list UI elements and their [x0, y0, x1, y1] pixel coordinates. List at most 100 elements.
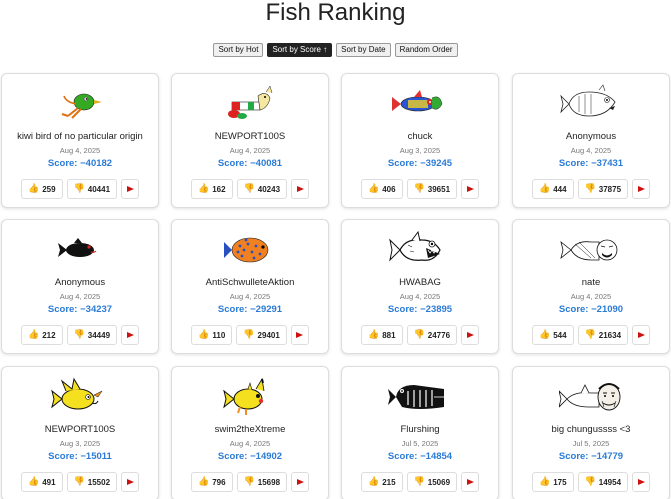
fish-drawing[interactable]	[2, 82, 158, 126]
report-button[interactable]	[290, 325, 309, 345]
fish-card[interactable]: AntiSchwulleteAktion Aug 4, 2025 Score: −2…	[171, 219, 329, 354]
vote-actions: 👍 881 👎 24776	[342, 325, 498, 345]
downvote-button[interactable]: 👎 40243	[236, 179, 288, 199]
report-button[interactable]	[632, 472, 651, 492]
report-button[interactable]	[291, 472, 310, 492]
upvote-button[interactable]: 👍 881	[360, 325, 403, 345]
report-flag-icon	[126, 186, 134, 192]
upvote-button[interactable]: 👍 175	[531, 472, 574, 492]
thumbs-down-icon: 👎	[413, 184, 425, 194]
fish-score: Score: −14902	[217, 451, 283, 462]
upvote-button[interactable]: 👍 796	[190, 472, 233, 492]
fish-card[interactable]: nate Aug 4, 2025 Score: −21090 👍 544 👎 21634	[512, 219, 670, 354]
upvote-count: 175	[553, 477, 567, 487]
report-button[interactable]	[632, 325, 651, 345]
downvote-button[interactable]: 👎 15069	[406, 472, 458, 492]
fish-name: HWABAG	[399, 277, 441, 288]
fish-score: Score: −40081	[217, 158, 283, 169]
thumbs-up-icon: 👍	[538, 184, 551, 194]
fish-card[interactable]: kiwi bird of no particular origin Aug 4, …	[1, 73, 159, 208]
fish-drawing[interactable]	[513, 228, 669, 272]
sort-date-button[interactable]: Sort by Date	[336, 43, 391, 57]
fish-card[interactable]: Flurshing Jul 5, 2025 Score: −14854 👍 215 👎 15…	[341, 366, 499, 499]
thumbs-down-icon: 👎	[413, 477, 425, 487]
fish-drawing[interactable]	[172, 228, 328, 272]
fish-card[interactable]: HWABAG Aug 4, 2025 Score: −23895 👍 881 👎 24776	[341, 219, 499, 354]
upvote-button[interactable]: 👍 110	[191, 325, 233, 345]
upvote-button[interactable]: 👍 215	[360, 472, 403, 492]
downvote-button[interactable]: 👎 14954	[577, 472, 629, 492]
fish-date: Aug 4, 2025	[59, 146, 101, 155]
upvote-count: 212	[42, 330, 56, 340]
thumbs-up-icon: 👍	[27, 184, 40, 194]
fish-name: nate	[581, 277, 601, 288]
downvote-button[interactable]: 👎 15698	[236, 472, 288, 492]
downvote-button[interactable]: 👎 40441	[66, 179, 118, 199]
report-flag-icon	[637, 332, 645, 338]
upvote-count: 215	[382, 477, 396, 487]
downvote-count: 40441	[87, 184, 111, 194]
fish-card[interactable]: big chungussss <3 Jul 5, 2025 Score: −1477…	[512, 366, 670, 499]
upvote-count: 162	[212, 184, 226, 194]
report-button[interactable]	[291, 179, 310, 199]
upvote-button[interactable]: 👍 162	[190, 179, 233, 199]
upvote-button[interactable]: 👍 406	[360, 179, 403, 199]
fish-date: Aug 4, 2025	[229, 439, 271, 448]
fish-name: swim2theXtreme	[214, 424, 286, 435]
sort-score-button[interactable]: Sort by Score ↑	[267, 43, 333, 57]
downvote-button[interactable]: 👎 37875	[577, 179, 629, 199]
fish-drawing[interactable]	[513, 82, 669, 126]
report-button[interactable]	[121, 325, 140, 345]
report-flag-icon	[126, 332, 134, 338]
fish-drawing[interactable]	[172, 82, 328, 126]
report-flag-icon	[126, 479, 134, 485]
fish-drawing[interactable]	[342, 375, 498, 419]
thumbs-down-icon: 👎	[73, 184, 85, 194]
downvote-button[interactable]: 👎 29401	[236, 325, 287, 345]
fish-drawing[interactable]	[513, 375, 669, 419]
report-flag-icon	[296, 332, 304, 338]
fish-card[interactable]: chuck Aug 3, 2025 Score: −39245 👍 406 👎 39651	[341, 73, 499, 208]
downvote-count: 15698	[257, 477, 281, 487]
fish-date: Aug 4, 2025	[399, 292, 441, 301]
report-button[interactable]	[461, 472, 480, 492]
downvote-button[interactable]: 👎 34449	[66, 325, 118, 345]
downvote-count: 29401	[257, 330, 280, 340]
fish-name: Anonymous	[54, 277, 106, 288]
report-button[interactable]	[121, 179, 140, 199]
downvote-count: 21634	[598, 330, 622, 340]
upvote-button[interactable]: 👍 491	[20, 472, 63, 492]
fish-drawing[interactable]	[172, 375, 328, 419]
downvote-button[interactable]: 👎 24776	[406, 325, 458, 345]
sort-hot-button[interactable]: Sort by Hot	[213, 43, 264, 57]
fish-drawing[interactable]	[342, 82, 498, 126]
downvote-button[interactable]: 👎 15502	[66, 472, 118, 492]
page-title: Fish Ranking	[265, 0, 406, 26]
fish-card[interactable]: Anonymous Aug 4, 2025 Score: −37431 👍 444 👎 37…	[512, 73, 670, 208]
thumbs-up-icon: 👍	[197, 477, 210, 487]
fish-drawing[interactable]	[2, 375, 158, 419]
upvote-button[interactable]: 👍 444	[531, 179, 574, 199]
report-button[interactable]	[632, 179, 651, 199]
fish-card[interactable]: NEWPORT100S Aug 3, 2025 Score: −15011 👍 491 👎…	[1, 366, 159, 499]
downvote-count: 37875	[598, 184, 622, 194]
thumbs-up-icon: 👍	[367, 330, 380, 340]
fish-date: Aug 4, 2025	[229, 292, 271, 301]
fish-card[interactable]: swim2theXtreme Aug 4, 2025 Score: −14902 👍 7…	[171, 366, 329, 499]
downvote-button[interactable]: 👎 21634	[577, 325, 629, 345]
fish-drawing[interactable]	[342, 228, 498, 272]
downvote-button[interactable]: 👎 39651	[406, 179, 458, 199]
random-order-button[interactable]: Random Order	[394, 43, 458, 57]
fish-drawing[interactable]	[2, 228, 158, 272]
vote-actions: 👍 406 👎 39651	[342, 179, 498, 199]
report-button[interactable]	[461, 325, 480, 345]
upvote-button[interactable]: 👍 212	[20, 325, 63, 345]
upvote-button[interactable]: 👍 259	[20, 179, 63, 199]
report-button[interactable]	[121, 472, 140, 492]
thumbs-down-icon: 👎	[584, 184, 596, 194]
fish-date: Jul 5, 2025	[572, 439, 610, 448]
fish-card[interactable]: NEWPORT100S Aug 4, 2025 Score: −40081 👍 162 👎…	[171, 73, 329, 208]
upvote-button[interactable]: 👍 544	[531, 325, 574, 345]
report-button[interactable]	[461, 179, 480, 199]
fish-card[interactable]: Anonymous Aug 4, 2025 Score: −34237 👍 212 👎 34…	[1, 219, 159, 354]
